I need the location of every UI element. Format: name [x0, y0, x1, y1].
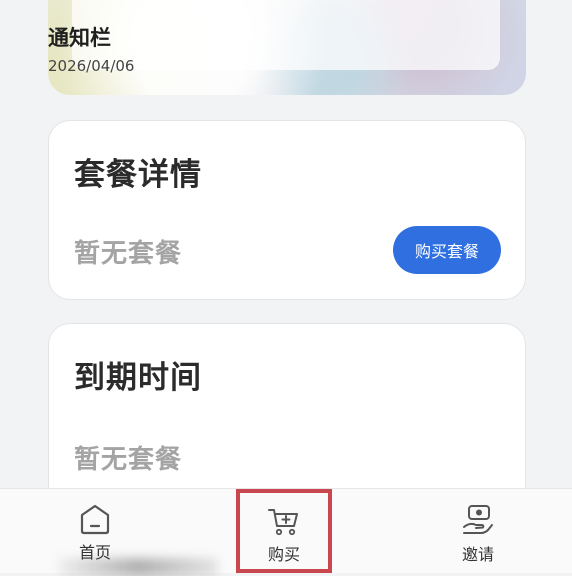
notice-date: 2026/04/06 — [48, 57, 135, 75]
notice-title: 通知栏 — [48, 26, 111, 50]
cart-icon — [268, 509, 298, 536]
plan-details-title: 套餐详情 — [74, 157, 202, 193]
invite-icon — [463, 505, 493, 534]
tab-buy[interactable]: 购买 — [236, 489, 332, 573]
tab-buy-label: 购买 — [267, 545, 300, 564]
notice-banner-card[interactable] — [48, 0, 526, 95]
home-icon — [80, 504, 110, 535]
tab-invite[interactable]: 邀请 — [428, 489, 528, 573]
expiry-status-text: 暂无套餐 — [74, 445, 183, 475]
expiry-time-title: 到期时间 — [74, 360, 202, 396]
blurred-overlay — [58, 558, 218, 576]
plan-status-text: 暂无套餐 — [74, 239, 183, 269]
expiry-time-card: 到期时间 暂无套餐 — [48, 323, 526, 515]
notice-overlay — [72, 0, 500, 70]
buy-plan-button[interactable]: 购买套餐 — [393, 226, 501, 274]
plan-details-card: 套餐详情 暂无套餐 购买套餐 — [48, 120, 526, 300]
tab-invite-label: 邀请 — [461, 545, 494, 564]
